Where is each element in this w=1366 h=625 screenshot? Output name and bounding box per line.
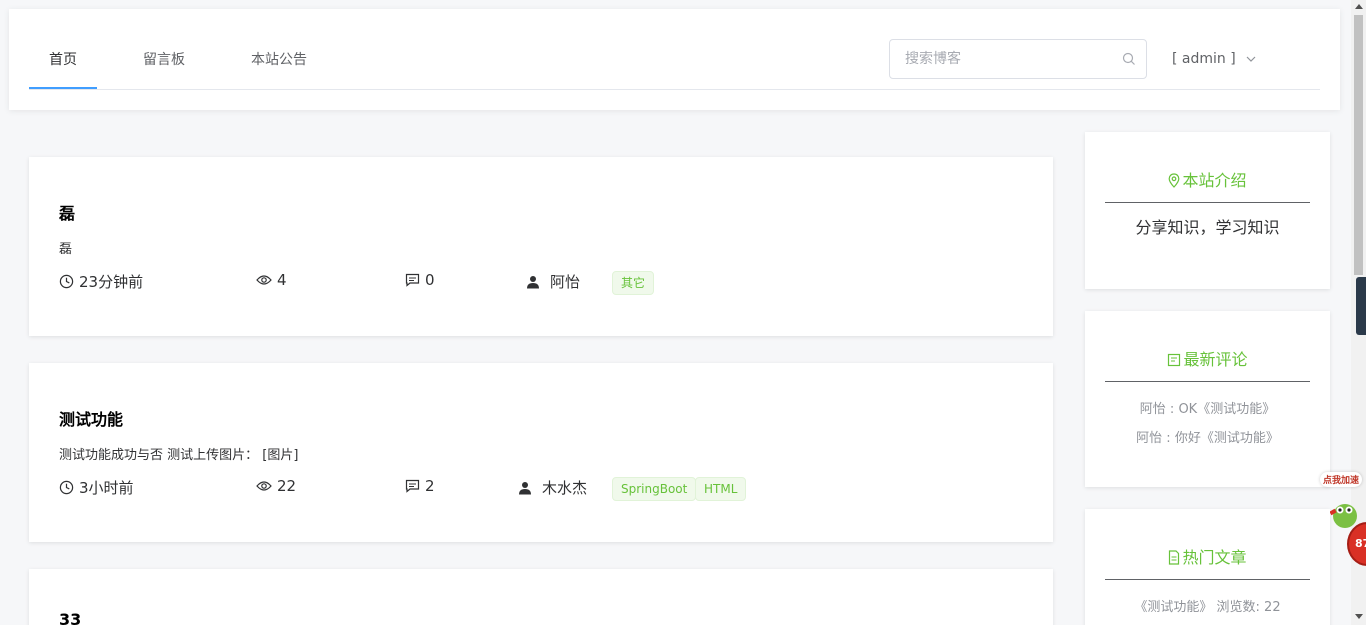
publish-time: 3小时前	[59, 477, 134, 498]
comment-count: 0	[405, 271, 435, 289]
comment-item[interactable]: 阿怡 : 你好《测试功能》	[1085, 427, 1330, 446]
location-icon	[1169, 173, 1180, 188]
nav-bar: 首页 留言板 本站公告 [ admin ]	[29, 9, 1320, 90]
scroll-down-arrow-icon[interactable]	[1355, 614, 1363, 619]
divider	[1105, 381, 1310, 382]
document-icon	[1169, 550, 1180, 565]
publish-time: 23分钟前	[59, 271, 143, 292]
user-icon	[519, 481, 531, 494]
comment-count: 2	[405, 477, 435, 495]
author: 木水杰	[518, 477, 587, 498]
search-icon[interactable]	[1122, 52, 1136, 66]
article-summary: 测试功能成功与否 测试上传图片： [图片]	[59, 448, 299, 463]
article-title[interactable]: 磊	[59, 200, 75, 224]
eye-icon	[256, 481, 272, 491]
author: 阿怡	[526, 271, 580, 292]
top-header: 首页 留言板 本站公告 [ admin ]	[9, 9, 1340, 110]
tab-guestbook[interactable]: 留言板	[143, 49, 185, 69]
article-title[interactable]: 测试功能	[59, 406, 123, 430]
user-menu[interactable]: [ admin ]	[1172, 51, 1256, 67]
latest-comments-panel: 最新评论 阿怡 : OK《测试功能》 阿怡 : 你好《测试功能》	[1085, 311, 1330, 487]
comment-icon	[1168, 353, 1181, 367]
article-card[interactable]: 测试功能 测试功能成功与否 测试上传图片： [图片] 3小时前 22 2 木水杰…	[29, 363, 1053, 542]
clock-icon	[59, 480, 74, 495]
side-widget-handle[interactable]	[1356, 277, 1366, 335]
article-card[interactable]: 33	[29, 569, 1053, 625]
site-intro-panel: 本站介绍 分享知识，学习知识	[1085, 132, 1330, 289]
view-count: 22	[256, 477, 296, 495]
user-icon	[527, 275, 539, 288]
hot-articles-panel: 热门文章 《测试功能》 浏览数: 22	[1085, 509, 1330, 625]
eye-icon	[256, 275, 272, 285]
hot-article-item[interactable]: 《测试功能》 浏览数: 22	[1085, 596, 1330, 615]
article-summary: 磊	[59, 242, 73, 257]
tag-badge[interactable]: SpringBoot	[612, 477, 697, 501]
site-intro-title: 本站介绍	[1085, 167, 1330, 191]
divider	[1105, 202, 1310, 203]
search-input[interactable]	[890, 40, 1110, 78]
comment-item[interactable]: 阿怡 : OK《测试功能》	[1085, 398, 1330, 417]
comment-icon	[405, 273, 420, 287]
latest-comments-title: 最新评论	[1085, 346, 1330, 370]
speed-up-label[interactable]: 点我加速	[1320, 472, 1363, 487]
search-box	[889, 39, 1147, 79]
divider	[1105, 579, 1310, 580]
user-name: [ admin ]	[1172, 51, 1236, 67]
chevron-down-icon	[1246, 51, 1256, 67]
tag-badge[interactable]: HTML	[695, 477, 747, 501]
tag-badge[interactable]: 其它	[612, 271, 655, 295]
active-tab-indicator	[29, 87, 97, 89]
tab-announcements[interactable]: 本站公告	[251, 49, 307, 69]
article-meta: 23分钟前 4 0 阿怡 其它	[59, 271, 1019, 295]
scroll-thumb[interactable]	[1354, 15, 1363, 275]
view-count: 4	[256, 271, 287, 289]
clock-icon	[59, 274, 74, 289]
article-title[interactable]: 33	[59, 610, 81, 625]
tab-home[interactable]: 首页	[49, 49, 77, 69]
article-meta: 3小时前 22 2 木水杰 SpringBoot HTML	[59, 477, 1019, 501]
hot-articles-title: 热门文章	[1085, 544, 1330, 568]
scroll-up-arrow-icon[interactable]	[1355, 4, 1363, 9]
article-card[interactable]: 磊 磊 23分钟前 4 0 阿怡 其它	[29, 157, 1053, 336]
comment-icon	[405, 479, 420, 493]
site-intro-text: 分享知识，学习知识	[1135, 218, 1280, 237]
